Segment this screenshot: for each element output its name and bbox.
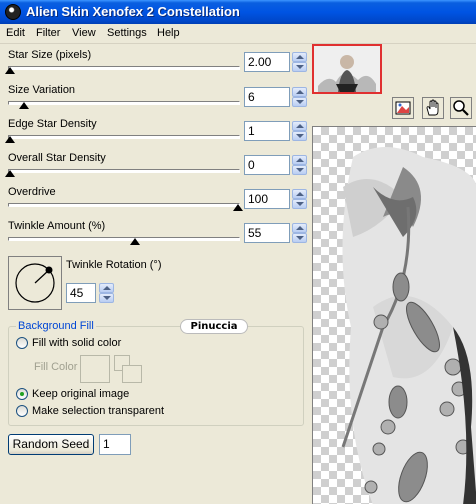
spin-up-button[interactable] (292, 189, 307, 199)
star-size-pixels-label: Star Size (pixels) (8, 49, 92, 61)
option-transparent-label: Make selection transparent (32, 405, 165, 417)
hand-tool-button[interactable] (422, 97, 444, 119)
option-fill-solid-label: Fill with solid color (32, 337, 122, 349)
edge-star-density-field[interactable]: 1 (244, 121, 290, 141)
menu-bar: Edit Filter View Settings Help (0, 24, 476, 44)
twinkle-amount-slider[interactable] (8, 237, 240, 241)
overall-star-density-slider-thumb[interactable] (5, 170, 15, 177)
spin-up-button[interactable] (292, 223, 307, 233)
radio-keep-original[interactable] (16, 388, 28, 400)
radio-fill-solid[interactable] (16, 337, 28, 349)
twinkle-amount-field[interactable]: 55 (244, 223, 290, 243)
star-size-pixels-spinner[interactable] (292, 52, 307, 72)
overall-star-density-slider[interactable] (8, 169, 240, 173)
twinkle-amount-spinner[interactable] (292, 223, 307, 243)
star-size-pixels-slider[interactable] (8, 66, 240, 70)
fill-color-swatch[interactable] (80, 355, 110, 383)
overdrive-slider[interactable] (8, 203, 240, 207)
overdrive-spinner[interactable] (292, 189, 307, 209)
title-bar: Alien Skin Xenofex 2 Constellation (0, 0, 476, 24)
spin-up-button[interactable] (99, 283, 114, 293)
dial-icon (15, 263, 55, 303)
thumbnail-image (314, 46, 380, 92)
size-variation-slider-thumb[interactable] (18, 102, 29, 109)
random-seed-field[interactable]: 1 (99, 434, 131, 455)
option-keep-original-label: Keep original image (32, 388, 130, 400)
preview-canvas[interactable] (312, 126, 476, 504)
preview-toggle-button[interactable] (392, 97, 414, 119)
app-icon (5, 4, 21, 20)
rotation-field[interactable]: 45 (66, 283, 96, 303)
menu-view[interactable]: View (72, 27, 96, 39)
menu-settings[interactable]: Settings (107, 27, 147, 39)
spin-down-button[interactable] (292, 97, 307, 107)
overdrive-slider-thumb[interactable] (233, 204, 243, 211)
overdrive-field[interactable]: 100 (244, 189, 290, 209)
watermark-label: Pinuccia (180, 319, 248, 334)
random-seed-button[interactable]: Random Seed (8, 434, 94, 455)
star-size-pixels-slider-thumb[interactable] (5, 67, 15, 74)
menu-filter[interactable]: Filter (36, 27, 60, 39)
twinkle-amount-slider-thumb[interactable] (130, 238, 141, 245)
edge-star-density-slider[interactable] (8, 135, 240, 139)
spin-down-button[interactable] (292, 131, 307, 141)
edge-star-density-spinner[interactable] (292, 121, 307, 141)
navigator-thumbnail[interactable] (312, 44, 382, 94)
overall-star-density-label: Overall Star Density (8, 152, 106, 164)
spin-up-button[interactable] (292, 155, 307, 165)
overall-star-density-field[interactable]: 0 (244, 155, 290, 175)
radio-transparent[interactable] (16, 405, 28, 417)
rotation-dial[interactable] (8, 256, 62, 310)
spin-down-button[interactable] (99, 293, 114, 303)
star-size-pixels-field[interactable]: 2.00 (244, 52, 290, 72)
spin-up-button[interactable] (292, 87, 307, 97)
menu-edit[interactable]: Edit (6, 27, 25, 39)
fill-color-label: Fill Color (34, 361, 78, 373)
window-title: Alien Skin Xenofex 2 Constellation (26, 4, 240, 19)
spin-up-button[interactable] (292, 52, 307, 62)
overall-star-density-spinner[interactable] (292, 155, 307, 175)
twinkle-amount-label: Twinkle Amount (%) (8, 220, 106, 232)
preview-image (341, 147, 476, 504)
size-variation-field[interactable]: 6 (244, 87, 290, 107)
group-legend: Background Fill (16, 320, 96, 332)
spin-down-button[interactable] (292, 233, 307, 243)
edge-star-density-label: Edge Star Density (8, 118, 97, 130)
rotation-spinner[interactable] (99, 283, 114, 303)
preview-toggle-icon (395, 101, 411, 115)
menu-help[interactable]: Help (157, 27, 180, 39)
rotation-label: Twinkle Rotation (°) (66, 259, 162, 271)
spin-up-button[interactable] (292, 121, 307, 131)
spin-down-button[interactable] (292, 62, 307, 72)
hand-icon (426, 99, 439, 116)
zoom-tool-button[interactable] (450, 97, 472, 119)
edge-star-density-slider-thumb[interactable] (5, 136, 15, 143)
size-variation-slider[interactable] (8, 101, 240, 105)
swap-color-front[interactable] (122, 365, 142, 383)
spin-down-button[interactable] (292, 199, 307, 209)
overdrive-label: Overdrive (8, 186, 56, 198)
size-variation-label: Size Variation (8, 84, 76, 96)
size-variation-spinner[interactable] (292, 87, 307, 107)
zoom-icon (453, 100, 469, 116)
spin-down-button[interactable] (292, 165, 307, 175)
